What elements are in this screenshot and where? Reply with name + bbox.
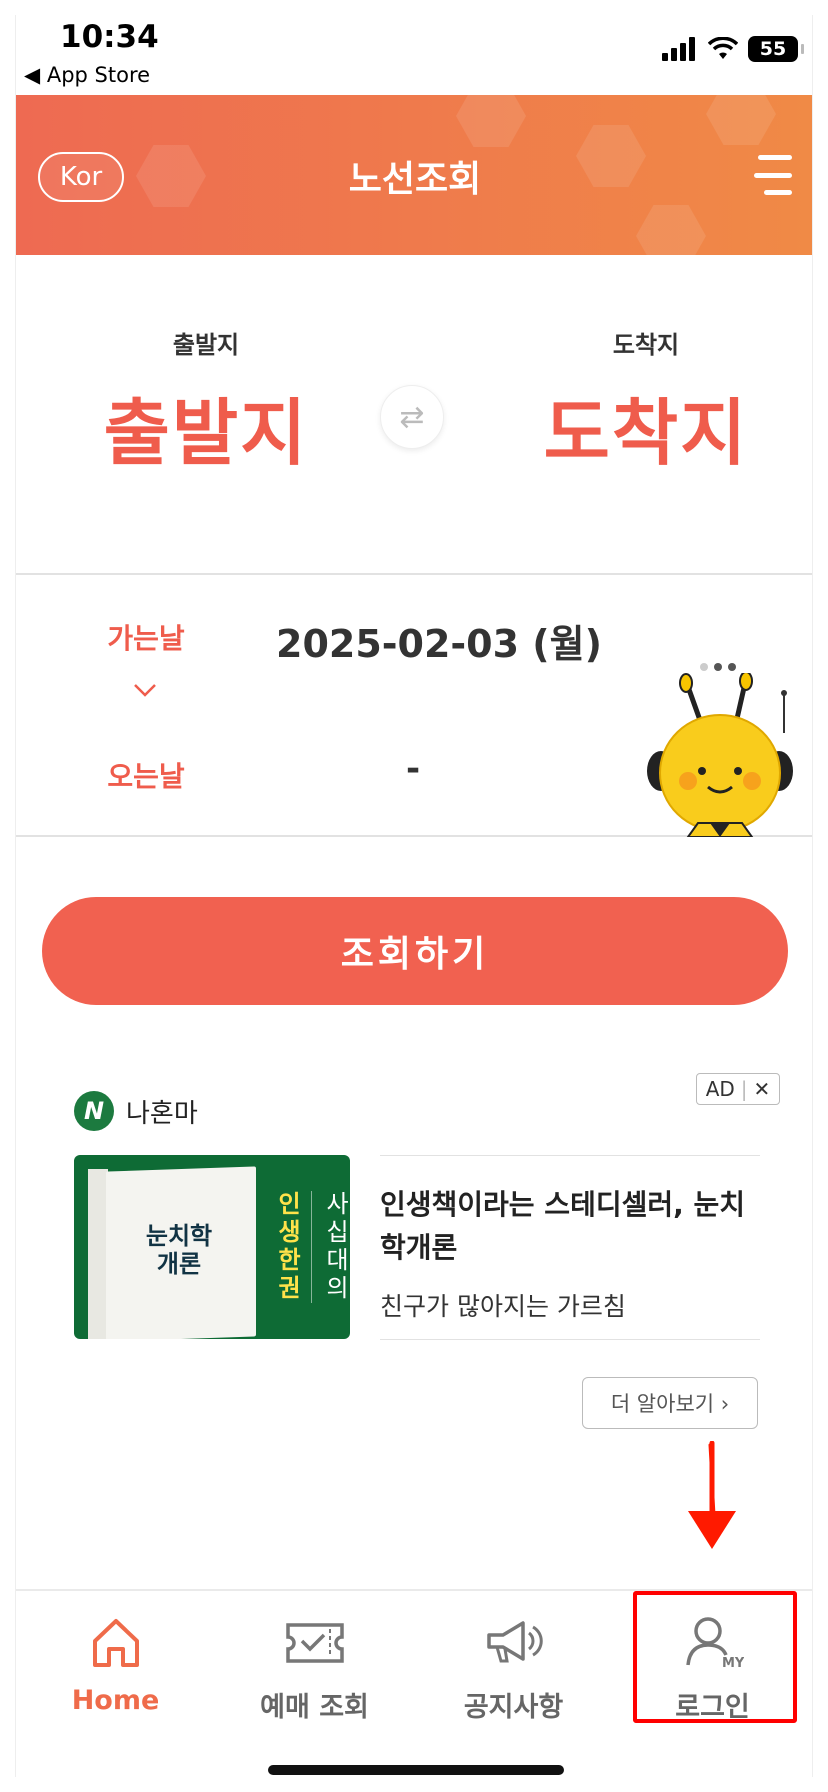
chevron-down-icon [134, 684, 156, 697]
wifi-icon [708, 37, 738, 59]
route-selector: 출발지 출발지 ⇄ 도착지 도착지 [16, 255, 812, 575]
swap-icon: ⇄ [399, 399, 425, 435]
hamburger-menu-icon[interactable] [754, 155, 792, 195]
status-time: 10:34 [60, 19, 159, 55]
back-to-app-store-link[interactable]: ◀ App Store [24, 63, 150, 87]
brand-name: 나혼마 [126, 1098, 198, 1129]
hex-decoration [636, 205, 706, 255]
signal-icon [662, 37, 695, 61]
return-date-value[interactable]: - [406, 749, 420, 789]
date-selector: 가는날 오는날 2025-02-03 (월) - [16, 575, 812, 837]
ad-headline[interactable]: 인생책이라는 스테디셀러, 눈치학개론 [380, 1183, 760, 1270]
ad-label: AD [705, 1077, 735, 1101]
annotation-highlight-box [633, 1591, 797, 1723]
learn-more-button[interactable]: 더 알아보기 › [582, 1377, 758, 1429]
ad-brand[interactable]: N 나혼마 [74, 1091, 198, 1131]
carousel-dots [700, 663, 736, 671]
bee-mascot-image [647, 673, 793, 837]
swap-route-button[interactable]: ⇄ [380, 385, 444, 449]
tab-reservation[interactable]: 예매 조회 [215, 1611, 414, 1723]
tab-home-label: Home [71, 1685, 160, 1716]
ad-image-caption: 인생한권 사십대의 [270, 1191, 350, 1303]
ad-badge[interactable]: AD | ✕ [696, 1073, 780, 1105]
ticket-icon [285, 1623, 344, 1663]
close-icon[interactable]: ✕ [754, 1077, 771, 1101]
departure-selector[interactable]: 출발지 출발지 [56, 325, 356, 479]
ad-book-image[interactable]: 눈치학 개론 인생한권 사십대의 [74, 1155, 350, 1339]
departure-value[interactable]: 출발지 [56, 374, 356, 479]
ad-divider [380, 1155, 760, 1156]
departure-label: 출발지 [172, 331, 240, 359]
brand-logo-icon: N [74, 1091, 114, 1131]
tab-reservation-label: 예매 조회 [260, 1692, 369, 1723]
annotation-arrow-icon [688, 1441, 736, 1549]
battery-icon: 55 [748, 36, 804, 62]
arrival-label: 도착지 [612, 331, 680, 359]
app-header: Kor 노선조회 [16, 95, 812, 255]
book-spine [88, 1169, 108, 1339]
bottom-tab-bar: Home 예매 조회 공지사항 MY 로그인 [16, 1589, 812, 1777]
book-cover-title: 눈치학 개론 [145, 1222, 213, 1278]
tab-notice[interactable]: 공지사항 [414, 1611, 613, 1723]
hex-decoration [706, 95, 776, 145]
return-date-label[interactable]: 오는날 [76, 755, 216, 795]
home-icon [92, 1619, 139, 1667]
ad-divider [380, 1339, 760, 1340]
status-bar: 10:34 ◀ App Store 55 [16, 15, 812, 95]
tab-notice-label: 공지사항 [463, 1692, 564, 1723]
status-icons: 55 [662, 35, 804, 63]
go-date-label[interactable]: 가는날 [76, 617, 216, 657]
tab-home[interactable]: Home [16, 1611, 215, 1721]
arrival-value[interactable]: 도착지 [496, 374, 796, 479]
search-button[interactable]: 조회하기 [42, 897, 788, 1005]
ad-subtext: 친구가 많아지는 가르침 [380, 1292, 626, 1321]
arrival-selector[interactable]: 도착지 도착지 [496, 325, 796, 479]
page-title: 노선조회 [348, 159, 482, 200]
app-screen: 10:34 ◀ App Store 55 Kor 노선조회 출발지 출발지 ⇄ … [15, 15, 813, 1777]
hex-decoration [456, 95, 526, 147]
home-indicator[interactable] [268, 1765, 564, 1775]
go-date-value[interactable]: 2025-02-03 (월) [276, 613, 602, 668]
megaphone-icon [486, 1621, 543, 1663]
